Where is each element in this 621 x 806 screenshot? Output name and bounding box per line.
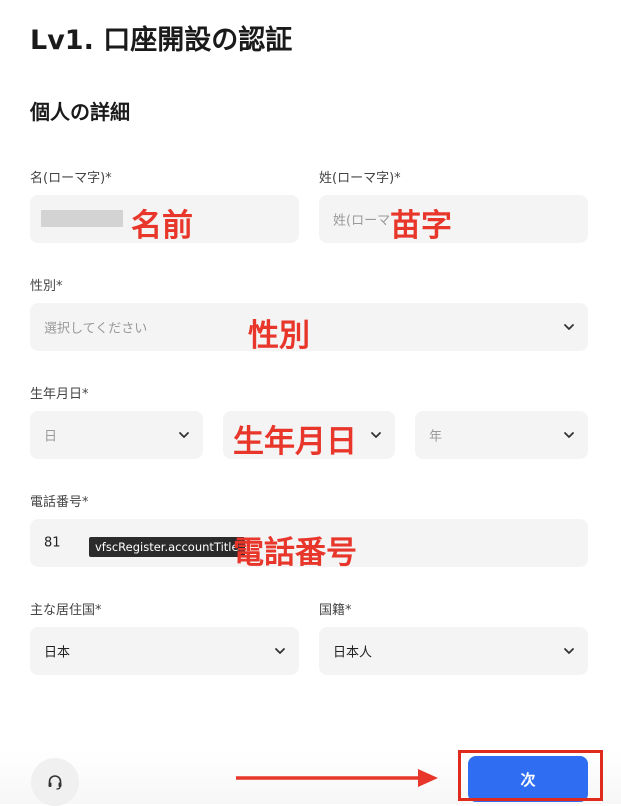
birth-day-select[interactable]: 日 [30,411,203,459]
highlight-box [458,750,603,801]
nationality-select[interactable]: 日本人 [319,627,588,675]
chevron-down-icon [371,432,381,438]
last-name-placeholder: 姓(ローマ [333,213,391,229]
birth-year-select[interactable]: 年 [415,411,588,459]
chevron-down-icon [275,648,285,654]
headset-icon [48,775,62,790]
residence-value: 日本 [44,645,71,661]
chevron-down-icon [564,648,574,654]
gender-label: 性別* [30,279,63,294]
phone-country-code: 81 [44,535,61,551]
last-name-label: 姓(ローマ字)* [319,171,401,186]
birth-day-placeholder: 日 [44,429,58,445]
arrow-annotation [236,769,438,787]
redacted-value-mask [41,210,123,227]
support-button[interactable] [31,758,79,806]
nationality-value: 日本人 [333,645,373,661]
residence-select[interactable]: 日本 [30,627,299,675]
annotation-first-name: 名前 [131,208,193,244]
birth-year-placeholder: 年 [429,429,443,445]
first-name-label: 名(ローマ字)* [30,171,112,186]
birthdate-label: 生年月日* [30,387,89,402]
tooltip: vfscRegister.accountTitle [89,537,245,557]
gender-placeholder: 選択してください [44,321,148,337]
page-title: Lv1. 口座開設の認証 [30,25,293,56]
residence-label: 主な居住国* [30,603,102,618]
annotation-phone: 電話番号 [233,535,357,571]
annotation-birthdate: 生年月日 [233,424,357,460]
annotation-last-name: 苗字 [390,208,452,244]
phone-label: 電話番号* [30,495,89,510]
last-name-input[interactable]: 姓(ローマ [319,195,588,243]
annotation-gender: 性別 [248,318,310,354]
chevron-down-icon [564,432,574,438]
chevron-down-icon [564,324,574,330]
nationality-label: 国籍* [319,603,352,618]
chevron-down-icon [179,432,189,438]
section-title: 個人の詳細 [30,100,130,124]
